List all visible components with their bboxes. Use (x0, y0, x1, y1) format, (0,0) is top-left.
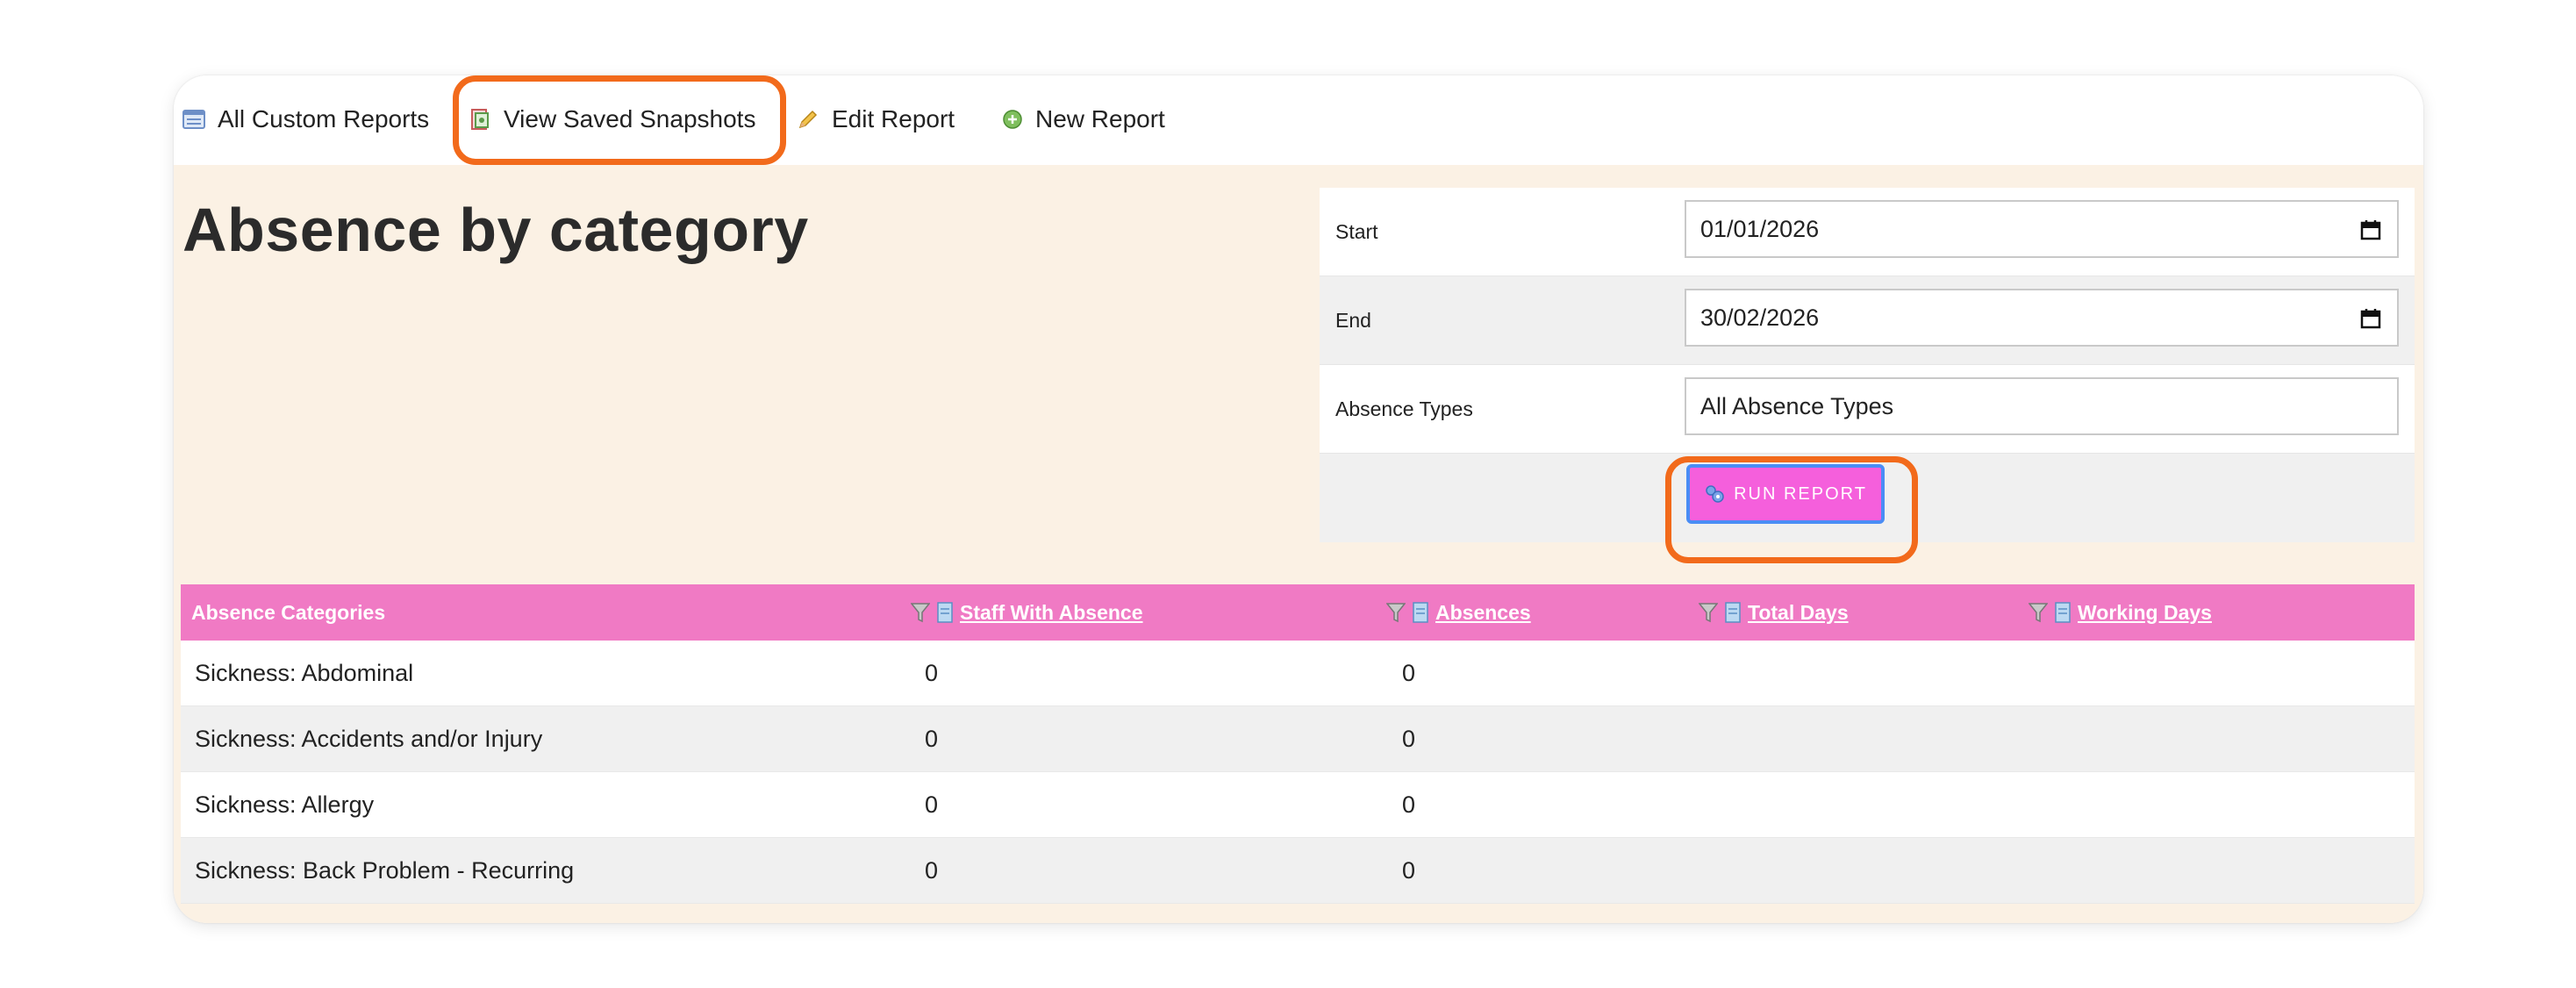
row-staff-with-absence: 0 (925, 725, 939, 752)
end-date-row: End 30/02/2026 (1320, 276, 2415, 365)
start-date-row: Start 01/01/2026 (1320, 188, 2415, 276)
snapshot-icon (470, 108, 491, 131)
row-absences: 0 (1402, 725, 1416, 752)
column-absences: Absences (1386, 584, 1531, 641)
column-absence-categories: Absence Categories (191, 600, 386, 624)
calendar-icon[interactable] (2360, 219, 2381, 247)
absence-types-select[interactable]: All Absence Types (1685, 377, 2399, 435)
all-custom-reports-label: All Custom Reports (218, 105, 430, 132)
export-icon[interactable] (1725, 602, 1741, 623)
absence-table: Absence Categories Staff With Absence Ab… (181, 584, 2415, 904)
row-category: Sickness: Back Problem - Recurring (195, 856, 575, 884)
row-staff-with-absence: 0 (925, 791, 939, 818)
column-working-days: Working Days (2029, 584, 2212, 641)
filter-icon[interactable] (911, 602, 930, 623)
sort-staff-with-absence-link[interactable]: Staff With Absence (960, 601, 1143, 625)
table-header: Absence Categories Staff With Absence Ab… (181, 584, 2415, 641)
calendar-icon[interactable] (2360, 308, 2381, 335)
pencil-icon (797, 108, 819, 131)
export-icon[interactable] (2055, 602, 2071, 623)
column-total-days: Total Days (1699, 584, 1849, 641)
filter-icon[interactable] (1699, 602, 1718, 623)
sort-absences-link[interactable]: Absences (1435, 601, 1531, 625)
row-category: Sickness: Allergy (195, 791, 375, 818)
export-icon[interactable] (1413, 602, 1428, 623)
end-date-label: End (1335, 308, 1371, 332)
all-custom-reports-link[interactable]: All Custom Reports (182, 100, 429, 139)
filter-icon[interactable] (1386, 602, 1406, 623)
edit-report-link[interactable]: Edit Report (797, 100, 955, 139)
sort-total-days-link[interactable]: Total Days (1748, 601, 1849, 625)
end-date-input[interactable]: 30/02/2026 (1685, 289, 2399, 347)
row-category: Sickness: Accidents and/or Injury (195, 725, 543, 752)
add-icon (1002, 109, 1023, 130)
sort-working-days-link[interactable]: Working Days (2078, 601, 2212, 625)
filter-icon[interactable] (2029, 602, 2048, 623)
filter-panel: Start 01/01/2026 End 30/02/2026 Absence … (1320, 188, 2415, 542)
table-row: Sickness: Abdominal 0 0 (181, 641, 2415, 706)
start-date-value: 01/01/2026 (1700, 215, 1820, 242)
report-card: All Custom Reports View Saved Snapshots … (174, 75, 2423, 923)
page-title: Absence by category (182, 196, 809, 264)
table-row: Sickness: Back Problem - Recurring 0 0 (181, 838, 2415, 904)
report-list-icon (182, 110, 205, 129)
absence-types-value: All Absence Types (1700, 392, 1894, 419)
export-icon[interactable] (937, 602, 953, 623)
view-saved-snapshots-label: View Saved Snapshots (504, 105, 756, 132)
start-date-label: Start (1335, 219, 1378, 243)
run-report-row: RUN REPORT (1320, 454, 2415, 542)
edit-report-label: Edit Report (832, 105, 955, 132)
end-date-value: 30/02/2026 (1700, 304, 1820, 331)
run-report-button[interactable]: RUN REPORT (1686, 464, 1885, 524)
row-staff-with-absence: 0 (925, 856, 939, 884)
row-category: Sickness: Abdominal (195, 659, 414, 686)
report-toolbar: All Custom Reports View Saved Snapshots … (174, 75, 2423, 165)
column-staff-with-absence: Staff With Absence (911, 584, 1143, 641)
run-report-label: RUN REPORT (1734, 483, 1867, 504)
row-absences: 0 (1402, 659, 1416, 686)
run-icon (1704, 483, 1725, 505)
row-staff-with-absence: 0 (925, 659, 939, 686)
absence-types-row: Absence Types All Absence Types (1320, 365, 2415, 454)
start-date-input[interactable]: 01/01/2026 (1685, 200, 2399, 258)
row-absences: 0 (1402, 856, 1416, 884)
new-report-label: New Report (1035, 105, 1165, 132)
absence-types-label: Absence Types (1335, 397, 1473, 420)
table-row: Sickness: Allergy 0 0 (181, 772, 2415, 838)
table-row: Sickness: Accidents and/or Injury 0 0 (181, 706, 2415, 772)
new-report-link[interactable]: New Report (1002, 100, 1165, 139)
view-saved-snapshots-link[interactable]: View Saved Snapshots (470, 100, 755, 139)
row-absences: 0 (1402, 791, 1416, 818)
